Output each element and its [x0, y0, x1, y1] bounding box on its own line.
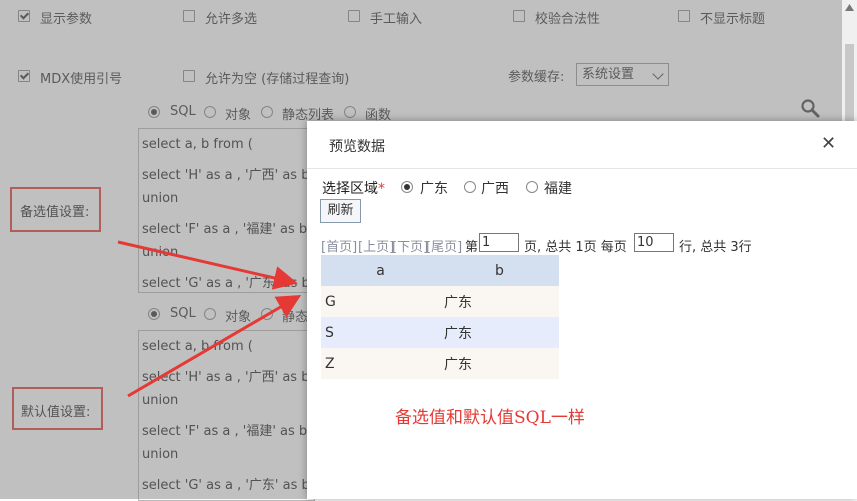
annotation-arrows	[117, 240, 302, 398]
arrow-default	[127, 294, 302, 398]
arrow-candidate	[117, 240, 298, 290]
